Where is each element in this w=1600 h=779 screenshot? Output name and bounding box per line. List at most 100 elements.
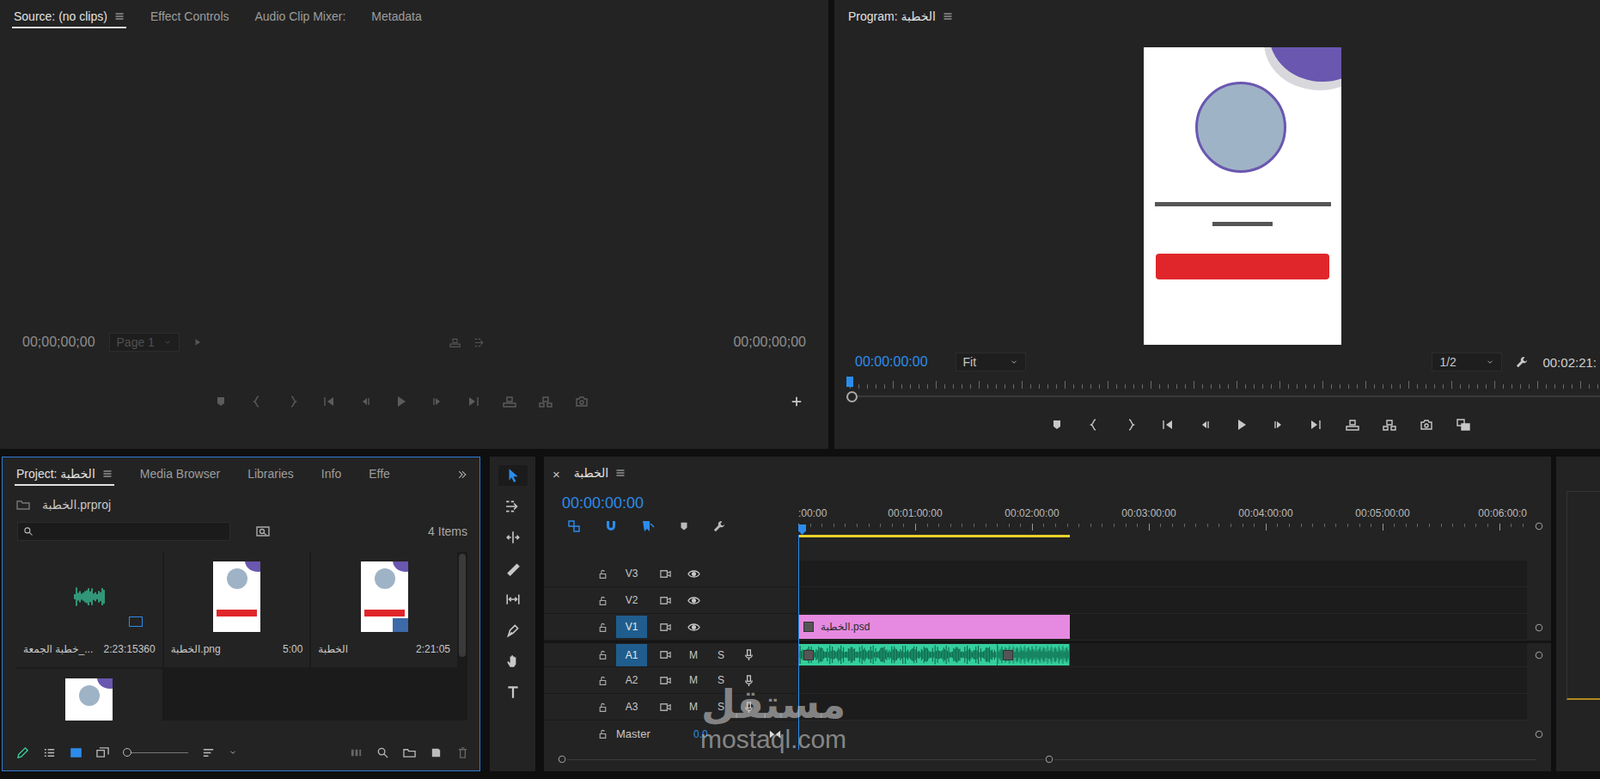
menu-icon[interactable] (942, 11, 953, 22)
menu-icon[interactable] (114, 11, 125, 22)
more-icon[interactable] (457, 469, 468, 480)
lock-icon[interactable] (597, 567, 609, 580)
track-target[interactable]: V3 (616, 561, 648, 585)
time-ruler[interactable]: :00:0000:01:00:0000:02:00:0000:03:00:000… (798, 490, 1527, 561)
sort-icon[interactable] (201, 745, 215, 759)
marker-icon[interactable] (1050, 417, 1064, 432)
handle-icon[interactable] (1533, 649, 1545, 660)
track-target[interactable]: A2 (616, 668, 648, 691)
panel-tab[interactable]: Libraries (245, 463, 296, 486)
mic-icon[interactable] (742, 700, 756, 714)
tool-button[interactable] (498, 650, 528, 672)
solo-button[interactable]: S (714, 648, 728, 661)
resolution-dropdown[interactable]: 1/2 (1431, 352, 1503, 372)
panel-tab[interactable]: Media Browser (138, 463, 222, 486)
source-timecode[interactable]: 00;00;00;00 (22, 334, 96, 350)
track-target[interactable]: V1 (616, 615, 648, 638)
tool-button[interactable] (498, 619, 528, 641)
project-item[interactable]: الخطبة 2:21:05 (311, 551, 458, 667)
mute-button[interactable]: M (686, 673, 701, 686)
chevron-icon[interactable] (163, 337, 172, 347)
panel-tab[interactable]: Source: (no clips) (12, 6, 127, 29)
out-icon[interactable] (286, 394, 300, 409)
back-icon[interactable] (358, 394, 373, 409)
view-mode-button[interactable] (96, 745, 110, 759)
panel-tab[interactable]: Info (319, 463, 343, 486)
tool-button[interactable] (498, 495, 528, 517)
menu-icon[interactable] (102, 468, 113, 479)
project-item[interactable] (16, 668, 163, 721)
track-target[interactable]: A3 (616, 695, 648, 718)
menu-icon[interactable] (615, 467, 626, 478)
timeline-clip[interactable]: الخطبة.psd (798, 614, 1070, 639)
extract-icon[interactable] (538, 394, 553, 409)
sync-icon[interactable] (659, 647, 672, 661)
timeline-toggle[interactable] (567, 519, 581, 533)
grid-icon[interactable] (69, 745, 83, 759)
search-icon[interactable] (376, 745, 390, 759)
handle-icon[interactable] (1533, 728, 1545, 739)
horizontal-scrollbar[interactable] (556, 750, 1539, 768)
panel-tab[interactable]: Effect Controls (148, 6, 232, 29)
fwd-icon[interactable] (1271, 417, 1286, 432)
mute-button[interactable]: M (686, 648, 701, 661)
eye-icon[interactable] (687, 593, 701, 607)
mic-icon[interactable] (742, 647, 756, 661)
chevron-icon[interactable] (1009, 357, 1019, 367)
folder-icon[interactable] (16, 497, 31, 512)
close-tab-button[interactable]: × (552, 466, 561, 482)
handle-icon[interactable] (1533, 622, 1545, 633)
lift-icon[interactable] (1345, 417, 1360, 432)
playhead-marker[interactable] (798, 524, 807, 535)
chevron-icon[interactable] (228, 747, 238, 757)
goin-icon[interactable] (322, 394, 336, 409)
track-target[interactable]: V2 (616, 588, 648, 611)
sync-icon[interactable] (659, 593, 672, 607)
solo-button[interactable]: S (714, 700, 728, 713)
fwd-icon[interactable] (430, 394, 445, 409)
goin-icon[interactable] (1160, 417, 1175, 432)
sync-icon[interactable] (659, 567, 672, 581)
tool-button[interactable] (498, 681, 528, 703)
zoom-dropdown[interactable]: Fit (955, 352, 1026, 372)
lock-icon[interactable] (597, 594, 609, 606)
track-target[interactable]: A1 (616, 643, 648, 666)
type-icon[interactable] (505, 683, 521, 700)
search-icon[interactable] (23, 525, 34, 537)
lock-icon[interactable] (597, 621, 609, 633)
solo-button[interactable]: S (714, 673, 728, 686)
in-icon[interactable] (1087, 417, 1101, 432)
camera-icon[interactable] (574, 394, 589, 409)
marker-icon[interactable] (677, 519, 691, 532)
handle-icon[interactable] (1044, 753, 1055, 764)
handle-icon[interactable] (1533, 520, 1545, 532)
trash-icon[interactable] (456, 745, 470, 759)
plus-icon[interactable] (790, 395, 803, 408)
goout-icon[interactable] (1308, 417, 1323, 432)
panel-tab[interactable]: Audio Clip Mixer: (253, 6, 349, 29)
sequence-tab[interactable]: الخطبة (572, 462, 628, 485)
project-item[interactable]: الخطبة.png 5:00 (164, 551, 311, 667)
timeline-clip[interactable] (798, 643, 998, 666)
slip-icon[interactable] (505, 591, 521, 607)
tool-button[interactable] (498, 464, 528, 486)
lift-icon[interactable] (449, 336, 461, 349)
view-mode-button[interactable] (69, 745, 83, 759)
lock-icon[interactable] (597, 727, 609, 739)
timeline-toggle[interactable] (641, 519, 655, 533)
mic-icon[interactable] (742, 673, 756, 687)
work-area-bar[interactable] (798, 534, 1070, 538)
folder-icon[interactable] (403, 745, 416, 759)
shift-icon[interactable] (769, 727, 782, 740)
hand-icon[interactable] (505, 653, 521, 669)
out-icon[interactable] (1123, 417, 1138, 432)
goout-icon[interactable] (466, 394, 481, 409)
wrench-icon[interactable] (713, 519, 727, 533)
eye-icon[interactable] (687, 567, 701, 581)
play-icon[interactable] (1234, 417, 1249, 432)
panel-tab[interactable]: Effe (366, 463, 392, 486)
nest-icon[interactable] (567, 519, 581, 533)
magnet-icon[interactable] (604, 519, 618, 533)
trackselect-icon[interactable] (505, 498, 521, 514)
panel-tab[interactable]: Project: الخطبة (14, 463, 115, 486)
